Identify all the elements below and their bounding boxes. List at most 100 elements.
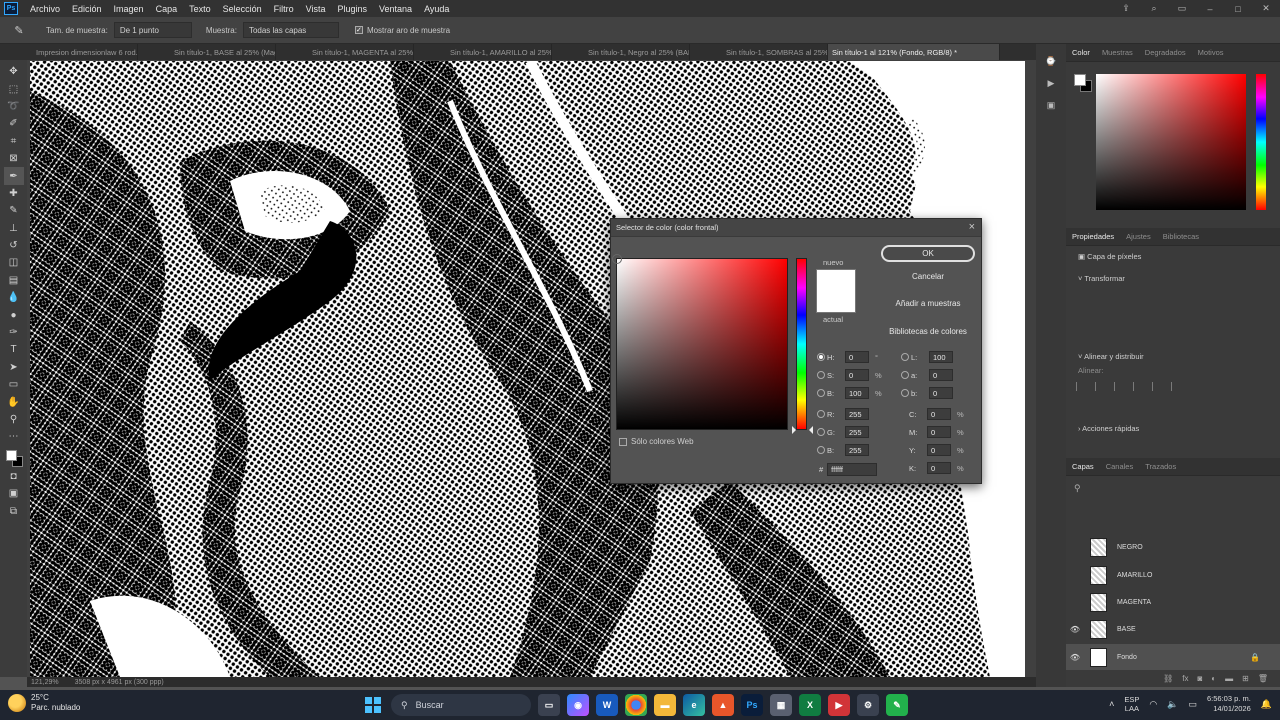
file-explorer-icon[interactable]: ▬ xyxy=(654,694,676,716)
edit-toolbar-icon[interactable]: ⧉ xyxy=(4,502,24,519)
zoom-tool-icon[interactable]: ⚲ xyxy=(4,411,24,428)
menu-ayuda[interactable]: Ayuda xyxy=(418,4,455,14)
copilot-icon[interactable]: ◉ xyxy=(567,694,589,716)
brightness-input[interactable]: 100 xyxy=(845,387,869,399)
quick-actions-section[interactable]: › Acciones rápidas xyxy=(1078,424,1139,433)
red-radio[interactable] xyxy=(817,410,825,418)
hue-input[interactable]: 0 xyxy=(845,351,869,363)
align-section[interactable]: ˅ Alinear y distribuir xyxy=(1078,352,1144,361)
align-center-icon[interactable] xyxy=(1095,382,1103,391)
brightness-radio[interactable] xyxy=(817,389,825,397)
new-group-icon[interactable]: ▬ xyxy=(1225,674,1233,683)
color-field-cursor[interactable] xyxy=(612,254,622,264)
word-icon[interactable]: W xyxy=(596,694,618,716)
eyedropper-tool-icon[interactable]: ✒ xyxy=(3,167,24,185)
tab-document-5[interactable]: Sin título-1, Negro al 25% (BAL... xyxy=(552,44,690,60)
hue-slider[interactable] xyxy=(796,258,807,430)
quick-selection-tool-icon[interactable]: ✐ xyxy=(4,115,24,132)
search-icon[interactable]: ⌕ xyxy=(1140,0,1168,17)
tab-adjustments[interactable]: Ajustes xyxy=(1120,232,1157,241)
settings-gear-icon[interactable]: ⚙ xyxy=(857,694,879,716)
saturation-brightness-field[interactable] xyxy=(612,254,788,430)
brush-tool-icon[interactable]: ✎ xyxy=(4,202,24,219)
color-panel-hue-slider[interactable] xyxy=(1256,74,1266,210)
saturation-radio[interactable] xyxy=(817,371,825,379)
tab-libraries[interactable]: Bibliotecas xyxy=(1157,232,1205,241)
rectangle-tool-icon[interactable]: ▭ xyxy=(4,376,24,393)
battery-icon[interactable]: ▭ xyxy=(1188,699,1197,710)
ok-button[interactable]: OK xyxy=(881,245,975,262)
clone-stamp-tool-icon[interactable]: ⊥ xyxy=(4,220,24,237)
panel-color-swatches[interactable] xyxy=(1074,74,1094,94)
color-libraries-button[interactable]: Bibliotecas de colores xyxy=(881,323,975,340)
history-brush-tool-icon[interactable]: ↺ xyxy=(4,237,24,254)
color-panel-field[interactable] xyxy=(1096,74,1246,210)
align-top-icon[interactable] xyxy=(1133,382,1141,391)
a-radio[interactable] xyxy=(901,371,909,379)
eyedropper-tool-preset-icon[interactable]: ✎ xyxy=(6,20,32,40)
menu-filtro[interactable]: Filtro xyxy=(268,4,300,14)
menu-ventana[interactable]: Ventana xyxy=(373,4,418,14)
menu-seleccion[interactable]: Selección xyxy=(217,4,268,14)
web-colors-only-checkbox[interactable]: Sólo colores Web xyxy=(619,437,694,446)
eye-icon[interactable]: 👁 xyxy=(1066,653,1084,662)
tab-document-3[interactable]: Sin título-1, MAGENTA al 25% (... xyxy=(276,44,414,60)
magenta-input[interactable]: 0 xyxy=(927,426,951,438)
cancel-button[interactable]: Cancelar xyxy=(881,268,975,285)
adjustment-layer-icon[interactable]: ◐ xyxy=(1211,674,1216,683)
chrome-icon[interactable] xyxy=(625,694,647,716)
transform-section[interactable]: ˅ Transformar xyxy=(1078,274,1125,283)
tab-document-active[interactable]: Sin título-1 al 121% (Fondo, RGB/8) * xyxy=(828,44,1000,60)
lock-icon[interactable]: 🔒 xyxy=(1250,653,1260,662)
hue-radio[interactable] xyxy=(817,353,825,361)
wifi-icon[interactable]: ◠ xyxy=(1149,699,1157,710)
hand-tool-icon[interactable]: ✋ xyxy=(4,393,24,410)
menu-imagen[interactable]: Imagen xyxy=(108,4,150,14)
menu-capa[interactable]: Capa xyxy=(150,4,184,14)
frame-tool-icon[interactable]: ⊠ xyxy=(4,150,24,167)
zoom-level[interactable]: 121,29% xyxy=(31,679,59,686)
tab-patterns[interactable]: Motivos xyxy=(1192,48,1230,57)
new-layer-icon[interactable]: ⊞ xyxy=(1242,674,1249,683)
align-right-icon[interactable] xyxy=(1114,382,1122,391)
green-radio[interactable] xyxy=(817,428,825,436)
clock[interactable]: 6:56:03 p. m. 14/01/2026 xyxy=(1207,694,1251,714)
saturation-input[interactable]: 0 xyxy=(845,369,869,381)
hue-slider-arrow-left-icon[interactable] xyxy=(792,426,796,434)
close-icon[interactable]: ✕ xyxy=(1252,0,1280,17)
lightness-radio[interactable] xyxy=(901,353,909,361)
pen-tool-icon[interactable]: ✑ xyxy=(4,324,24,341)
dodge-tool-icon[interactable]: ● xyxy=(4,306,24,323)
current-color-swatch[interactable] xyxy=(816,291,856,313)
layer-row-base[interactable]: 👁 BASE xyxy=(1066,616,1280,642)
dialog-titlebar[interactable]: Selector de color (color frontal) × xyxy=(611,219,981,237)
red-app-icon[interactable]: ▶ xyxy=(828,694,850,716)
tab-document-6[interactable]: Sin título-1, SOMBRAS al 25% (... xyxy=(690,44,828,60)
gradient-tool-icon[interactable]: ▤ xyxy=(4,272,24,289)
quick-mask-icon[interactable]: ◘ xyxy=(4,468,24,485)
panel-foreground-swatch[interactable] xyxy=(1074,74,1086,86)
task-view-icon[interactable]: ▭ xyxy=(538,694,560,716)
tab-paths[interactable]: Trazados xyxy=(1139,462,1182,471)
lightness-input[interactable]: 100 xyxy=(929,351,953,363)
foreground-color-swatch[interactable] xyxy=(5,449,17,461)
actions-panel-icon[interactable]: ▶ xyxy=(1044,76,1058,90)
start-button-icon[interactable] xyxy=(362,694,384,716)
color-swatches[interactable] xyxy=(4,448,24,468)
screen-mode-icon[interactable]: ▣ xyxy=(4,485,24,502)
calendar-app-icon[interactable]: ▦ xyxy=(770,694,792,716)
align-left-icon[interactable] xyxy=(1076,382,1084,391)
blue-radio[interactable] xyxy=(817,446,825,454)
comments-panel-icon[interactable]: ▣ xyxy=(1044,98,1058,112)
minimize-icon[interactable]: – xyxy=(1196,0,1224,17)
yellow-input[interactable]: 0 xyxy=(927,444,951,456)
sample-select[interactable]: Todas las capas xyxy=(242,22,339,38)
cyan-input[interactable]: 0 xyxy=(927,408,951,420)
tab-document-4[interactable]: Sin título-1, AMARILLO al 25% (... xyxy=(414,44,552,60)
b-input[interactable]: 0 xyxy=(929,387,953,399)
healing-brush-tool-icon[interactable]: ✚ xyxy=(4,185,24,202)
type-tool-icon[interactable]: T xyxy=(4,341,24,358)
eye-icon[interactable]: 👁 xyxy=(1066,625,1084,634)
share-icon[interactable]: ⇪ xyxy=(1112,0,1140,17)
layer-row-fondo[interactable]: 👁 Fondo 🔒 xyxy=(1066,644,1280,670)
